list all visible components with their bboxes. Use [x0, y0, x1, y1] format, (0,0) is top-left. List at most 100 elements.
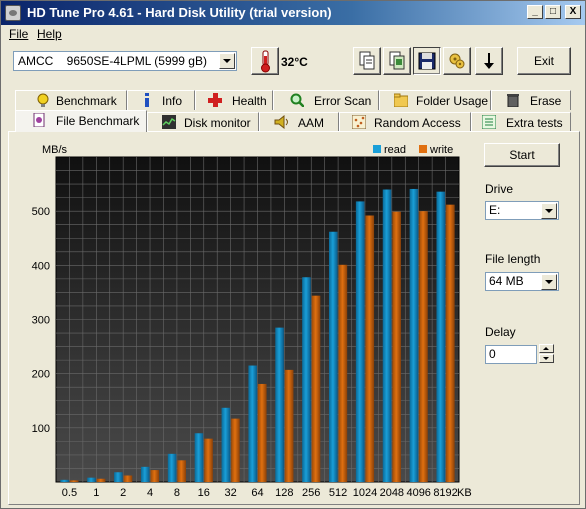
tab-health-label: Health — [232, 94, 267, 108]
title-bar[interactable]: HD Tune Pro 4.61 - Hard Disk Utility (tr… — [1, 1, 585, 25]
bar-write-512 — [338, 264, 348, 482]
bar-write-4096 — [419, 211, 428, 482]
thermometer-icon — [261, 50, 270, 73]
bar-write-2 — [123, 475, 133, 482]
y-axis-label: MB/s — [42, 144, 68, 156]
tab-folder-usage-label: Folder Usage — [416, 94, 489, 108]
temperature-value: 32°C — [281, 55, 308, 69]
health-icon — [208, 93, 222, 107]
tab-benchmark[interactable]: Benchmark — [15, 90, 127, 110]
copy-info-button[interactable] — [353, 47, 381, 75]
tab-disk-monitor-label: Disk monitor — [184, 116, 251, 130]
bar-read-64 — [248, 365, 257, 482]
copy-info-icon — [359, 51, 375, 70]
tab-extra-tests[interactable]: Extra tests — [471, 112, 571, 132]
tab-extra-tests-label: Extra tests — [506, 116, 563, 130]
tab-disk-monitor[interactable]: Disk monitor — [147, 112, 259, 132]
delay-input[interactable]: 0 — [485, 345, 537, 364]
maximize-button[interactable]: □ — [545, 5, 561, 19]
x-tick-label: 2048 — [380, 487, 404, 499]
delay-decrement-button[interactable] — [539, 354, 554, 363]
bar-write-8192 — [446, 204, 455, 482]
menu-help[interactable]: Help — [37, 27, 62, 41]
x-tick-label: 8192 — [433, 487, 457, 499]
tab-aam[interactable]: AAM — [259, 112, 339, 132]
benchmark-chart-svg: 100 200 300 400 500 MB/s 0.5 1 2 4 8 16 32 64 128 256 51… — [32, 144, 472, 499]
x-tick-label: 0.5 — [62, 487, 77, 499]
tab-error-scan[interactable]: Error Scan — [273, 90, 379, 110]
bar-write-1 — [96, 478, 106, 482]
bar-read-4096 — [409, 188, 419, 483]
file-length-value: 64 MB — [489, 274, 524, 288]
drive-label: Drive — [485, 182, 514, 196]
close-button[interactable]: X — [565, 5, 581, 19]
exit-button[interactable]: Exit — [517, 47, 571, 75]
tab-folder-usage[interactable]: Folder Usage — [379, 90, 491, 110]
x-tick-label: 512 — [329, 487, 347, 499]
file-benchmark-icon — [33, 113, 45, 127]
save-icon — [418, 52, 436, 70]
bar-read-2048 — [382, 189, 392, 482]
delay-increment-button[interactable] — [539, 344, 554, 353]
x-tick-label: 64 — [251, 487, 263, 499]
y-tick-label: 100 — [32, 423, 50, 435]
start-button[interactable]: Start — [484, 143, 560, 167]
temperature-button[interactable] — [251, 47, 279, 75]
chevron-down-icon[interactable] — [541, 203, 557, 219]
tab-file-benchmark-label: File Benchmark — [56, 114, 140, 128]
bar-write-256 — [311, 295, 321, 482]
info-icon — [145, 93, 149, 107]
folder-icon — [394, 93, 408, 107]
drive-letter-select[interactable]: E: — [485, 201, 559, 220]
bar-read-8 — [167, 453, 177, 482]
bar-write-1024 — [365, 215, 375, 482]
tab-info-label: Info — [162, 94, 183, 108]
drive-selector[interactable]: AMCC 9650SE-4LPML (5999 gB) — [13, 51, 237, 71]
tab-health[interactable]: Health — [195, 90, 273, 110]
window-title: HD Tune Pro 4.61 - Hard Disk Utility (tr… — [27, 5, 332, 20]
save-button[interactable] — [413, 47, 441, 75]
extra-tests-icon — [482, 115, 496, 129]
chevron-down-icon[interactable] — [219, 53, 235, 69]
tab-aam-label: AAM — [298, 116, 325, 130]
file-length-label: File length — [485, 252, 541, 266]
x-tick-label: 8 — [174, 487, 180, 499]
bar-read-2 — [114, 472, 123, 482]
tab-error-scan-label: Error Scan — [314, 94, 372, 108]
benchmark-icon — [37, 93, 49, 107]
tab-file-benchmark[interactable]: File Benchmark — [15, 110, 147, 132]
x-tick-label: 128 — [275, 487, 293, 499]
drive-selector-value: AMCC 9650SE-4LPML (5999 gB) — [18, 54, 207, 68]
random-access-icon — [352, 115, 366, 129]
chevron-down-icon[interactable] — [541, 274, 557, 290]
minimize-button[interactable]: _ — [527, 5, 543, 19]
x-tick-label: 32 — [225, 487, 237, 499]
magnifier-icon — [290, 93, 304, 107]
x-tick-label: 4096 — [406, 487, 430, 499]
legend-label-write: write — [429, 144, 453, 156]
bar-write-128 — [284, 369, 294, 482]
tab-random-access[interactable]: Random Access — [339, 112, 471, 132]
tab-random-access-label: Random Access — [374, 116, 461, 130]
file-length-select[interactable]: 64 MB — [485, 272, 559, 291]
x-tick-label: 2 — [120, 487, 126, 499]
tab-erase-label: Erase — [530, 94, 562, 108]
bar-write-16 — [204, 438, 213, 482]
options-button[interactable] — [443, 47, 471, 75]
tab-erase[interactable]: Erase — [491, 90, 571, 110]
delay-value: 0 — [489, 347, 496, 361]
copy-screenshot-button[interactable] — [383, 47, 411, 75]
bar-read-128 — [275, 327, 284, 482]
menu-file[interactable]: File — [9, 27, 28, 41]
bar-read-512 — [329, 231, 338, 482]
tab-benchmark-label: Benchmark — [56, 94, 117, 108]
y-tick-label: 500 — [32, 206, 50, 218]
y-tick-label: 400 — [32, 260, 50, 272]
bar-read-32 — [221, 407, 231, 482]
trash-icon — [507, 94, 519, 107]
download-button[interactable] — [475, 47, 503, 75]
tab-info[interactable]: Info — [127, 90, 195, 110]
benchmark-chart: 100 200 300 400 500 MB/s 0.5 1 2 4 8 16 32 64 128 256 51… — [14, 141, 474, 501]
arrow-down-icon — [484, 53, 494, 69]
legend-swatch-read — [373, 145, 381, 153]
